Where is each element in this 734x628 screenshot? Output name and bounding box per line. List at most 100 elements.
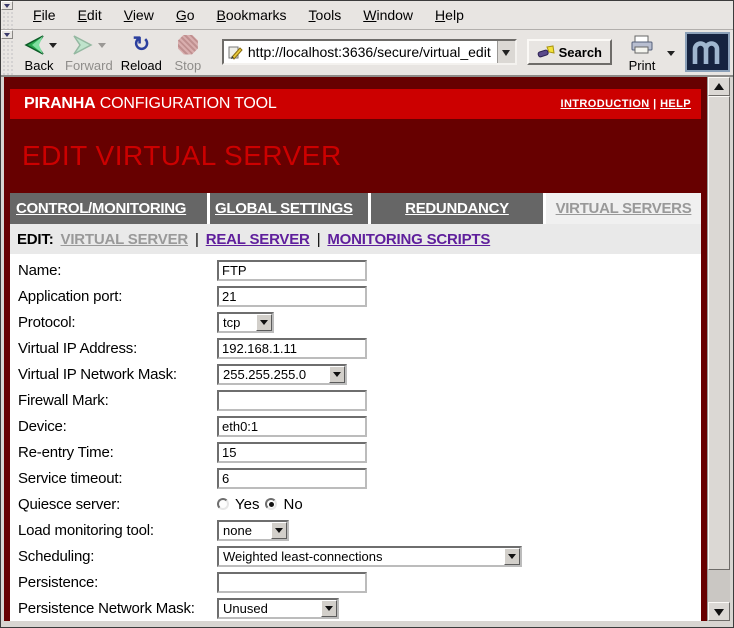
menu-item-view[interactable]: View xyxy=(114,3,164,27)
service-timeout-label: Service timeout: xyxy=(18,470,217,487)
menu-item-bookmarks[interactable]: Bookmarks xyxy=(207,3,297,27)
menu-item-edit[interactable]: Edit xyxy=(68,3,112,27)
tab-label: CONTROL/MONITORING xyxy=(16,200,186,217)
forward-dropdown-arrow[interactable] xyxy=(98,43,106,52)
virtual-ip-address-label: Virtual IP Address: xyxy=(18,340,217,357)
help-link[interactable]: HELP xyxy=(660,98,691,110)
back-dropdown-arrow[interactable] xyxy=(49,43,57,52)
select-dropdown-button[interactable] xyxy=(256,314,272,331)
load-monitoring-tool-label: Load monitoring tool: xyxy=(18,522,217,539)
vertical-scrollbar[interactable] xyxy=(707,77,730,621)
application-port-label: Application port: xyxy=(18,288,217,305)
select-value: 255.255.255.0 xyxy=(219,367,329,382)
forward-button[interactable]: Forward xyxy=(61,32,117,74)
select-dropdown-button[interactable] xyxy=(329,366,345,383)
scrollbar-thumb[interactable] xyxy=(708,96,730,570)
quiesce-server-radio-group: YesNo xyxy=(217,496,303,513)
search-button[interactable]: Search xyxy=(527,39,612,65)
scroll-up-button[interactable] xyxy=(708,77,730,96)
scheduling-select[interactable]: Weighted least-connections xyxy=(217,546,522,567)
form-row: Virtual IP Network Mask:255.255.255.0 xyxy=(18,361,701,387)
introduction-link[interactable]: INTRODUCTION xyxy=(561,98,650,110)
menu-items: FileEditViewGoBookmarksToolsWindowHelp xyxy=(13,1,474,29)
app-header: PIRANHA CONFIGURATION TOOL INTRODUCTION … xyxy=(10,89,701,119)
select-dropdown-button[interactable] xyxy=(504,548,520,565)
tab-label: GLOBAL SETTINGS xyxy=(215,200,353,217)
url-bar xyxy=(222,39,517,65)
print-dropdown-arrow[interactable] xyxy=(667,51,675,60)
header-link-separator: | xyxy=(653,98,656,110)
reload-icon: ↻ xyxy=(132,34,150,56)
url-input[interactable] xyxy=(246,44,497,60)
scheduling-label: Scheduling: xyxy=(18,548,217,565)
firewall-mark-field[interactable] xyxy=(217,390,367,411)
select-dropdown-button[interactable] xyxy=(271,522,287,539)
subnav-link-real-server[interactable]: REAL SERVER xyxy=(206,231,310,248)
form-row: Firewall Mark: xyxy=(18,387,701,413)
header-links: INTRODUCTION | HELP xyxy=(561,98,692,110)
app-title: PIRANHA CONFIGURATION TOOL xyxy=(24,95,277,113)
bookmark-icon[interactable] xyxy=(224,44,246,60)
stop-icon xyxy=(178,35,198,55)
toolbar-collapse-button[interactable] xyxy=(1,30,13,39)
forward-label: Forward xyxy=(65,58,113,73)
url-dropdown-button[interactable] xyxy=(497,41,515,63)
load-monitoring-tool-select[interactable]: none xyxy=(217,520,289,541)
virtual-ip-address-field[interactable] xyxy=(217,338,367,359)
edit-subnav: EDIT:VIRTUAL SERVER|REAL SERVER|MONITORI… xyxy=(10,224,701,254)
back-button[interactable]: Back xyxy=(17,32,61,74)
form-row: Application port: xyxy=(18,283,701,309)
form-row: Device: xyxy=(18,413,701,439)
menubar-collapse-button[interactable] xyxy=(1,1,13,10)
menu-item-help[interactable]: Help xyxy=(425,3,474,27)
app-title-rest: CONFIGURATION TOOL xyxy=(96,95,277,112)
persistence-network-mask-select[interactable]: Unused xyxy=(217,598,339,619)
quiesce-server-label: Quiesce server: xyxy=(18,496,217,513)
stop-button[interactable]: Stop xyxy=(166,32,210,74)
form-row: Virtual IP Address: xyxy=(18,335,701,361)
name-field[interactable] xyxy=(217,260,367,281)
form-row: Load monitoring tool:none xyxy=(18,517,701,543)
select-value: tcp xyxy=(219,315,256,330)
mozilla-logo[interactable] xyxy=(685,32,730,72)
scroll-down-button[interactable] xyxy=(708,602,730,621)
protocol-select[interactable]: tcp xyxy=(217,312,274,333)
firewall-mark-label: Firewall Mark: xyxy=(18,392,217,409)
toolbar-grippy[interactable] xyxy=(1,30,13,75)
select-dropdown-button[interactable] xyxy=(321,600,337,617)
service-timeout-field[interactable] xyxy=(217,468,367,489)
stop-label: Stop xyxy=(175,58,202,73)
quiesce-server-radio-no[interactable] xyxy=(265,498,277,510)
virtual-ip-network-mask-select[interactable]: 255.255.255.0 xyxy=(217,364,347,385)
scrollbar-track[interactable] xyxy=(708,96,730,602)
re-entry-time-field[interactable] xyxy=(217,442,367,463)
page-title: EDIT VIRTUAL SERVER xyxy=(10,119,701,193)
menu-item-tools[interactable]: Tools xyxy=(299,3,352,27)
subnav-link-monitoring-scripts[interactable]: MONITORING SCRIPTS xyxy=(327,231,490,248)
menubar-grippy[interactable] xyxy=(1,1,13,29)
tab-control-monitoring[interactable]: CONTROL/MONITORING xyxy=(10,193,207,224)
subnav-separator: | xyxy=(195,231,199,248)
select-value: Unused xyxy=(219,601,321,616)
tab-virtual-servers[interactable]: VIRTUAL SERVERS xyxy=(546,193,701,224)
subnav-link-virtual-server: VIRTUAL SERVER xyxy=(61,231,189,248)
tab-label: REDUNDANCY xyxy=(405,200,509,217)
tab-global-settings[interactable]: GLOBAL SETTINGS xyxy=(210,193,368,224)
device-field[interactable] xyxy=(217,416,367,437)
print-button[interactable]: Print xyxy=(620,32,664,74)
form-row: Protocol:tcp xyxy=(18,309,701,335)
select-value: none xyxy=(219,523,271,538)
persistence-label: Persistence: xyxy=(18,574,217,591)
persistence-field[interactable] xyxy=(217,572,367,593)
tab-redundancy[interactable]: REDUNDANCY xyxy=(371,193,543,224)
menu-item-window[interactable]: Window xyxy=(353,3,423,27)
menu-item-file[interactable]: File xyxy=(23,3,66,27)
form-row: Service timeout: xyxy=(18,465,701,491)
application-port-field[interactable] xyxy=(217,286,367,307)
reload-button[interactable]: ↻ Reload xyxy=(117,32,166,74)
quiesce-server-radio-yes[interactable] xyxy=(217,498,229,510)
menubar-grip-dots xyxy=(1,10,13,29)
app-title-strong: PIRANHA xyxy=(24,95,96,112)
menu-item-go[interactable]: Go xyxy=(166,3,205,27)
form-row: Persistence Network Mask:Unused xyxy=(18,595,701,621)
